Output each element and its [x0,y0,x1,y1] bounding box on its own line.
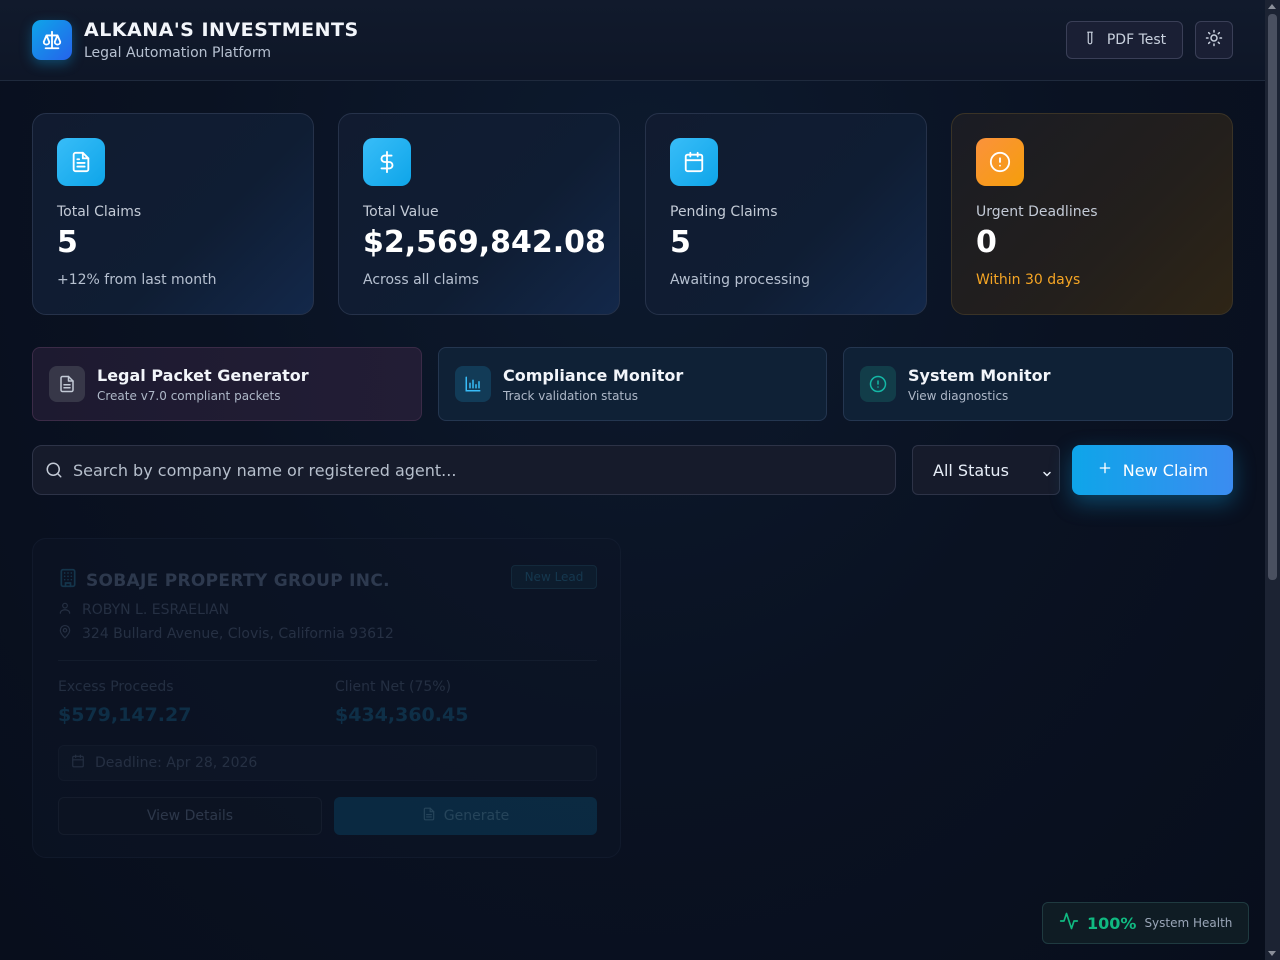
status-filter-select[interactable]: All Status [912,445,1060,495]
deadline-row: Deadline: Apr 28, 2026 [58,745,597,781]
company-name: SOBAJE PROPERTY GROUP INC. [86,570,390,591]
tool-title: System Monitor [908,366,1051,385]
calendar-icon [71,754,85,772]
search-icon [45,461,63,483]
compliance-monitor-card[interactable]: Compliance Monitor Track validation stat… [438,347,827,421]
app-title: ALKANA'S INVESTMENTS [84,19,359,41]
alert-icon [976,138,1024,186]
sun-icon [1205,29,1223,51]
stat-note: +12% from last month [57,272,217,288]
tool-title: Legal Packet Generator [97,366,309,385]
chevron-down-icon [1041,465,1053,484]
pdf-test-label: PDF Test [1106,32,1167,48]
dollar-icon [363,138,411,186]
tool-subtitle: Create v7.0 compliant packets [97,389,281,403]
excess-label: Excess Proceeds [58,679,174,695]
generate-button[interactable]: Generate [334,797,597,835]
health-label: System Health [1144,916,1233,930]
theme-toggle-button[interactable] [1195,21,1233,59]
scroll-down-arrow[interactable] [1268,951,1276,956]
plus-icon [1097,460,1113,480]
search-box [32,445,896,495]
search-input[interactable] [73,446,883,494]
calendar-icon [670,138,718,186]
net-value: $434,360.45 [335,704,469,726]
document-icon [422,807,436,825]
legal-packet-generator-card[interactable]: Legal Packet Generator Create v7.0 compl… [32,347,422,421]
app-header: ALKANA'S INVESTMENTS Legal Automation Pl… [0,0,1265,81]
test-tube-icon [1083,30,1097,50]
agent-name: ROBYN L. ESRAELIAN [82,602,230,618]
app-subtitle: Legal Automation Platform [84,45,272,61]
stat-note: Awaiting processing [670,272,810,288]
stat-value: $2,569,842.08 [363,225,606,260]
stat-card-pending-claims: Pending Claims 5 Awaiting processing [645,113,927,315]
scrollbar[interactable] [1265,0,1280,960]
pdf-test-button[interactable]: PDF Test [1066,21,1183,59]
alert-circle-icon [860,366,896,402]
excess-value: $579,147.27 [58,704,192,726]
map-pin-icon [58,625,72,643]
health-percent: 100% [1087,913,1137,933]
document-icon [49,366,85,402]
stat-label: Total Claims [57,204,142,220]
system-monitor-card[interactable]: System Monitor View diagnostics [843,347,1233,421]
scales-icon [32,20,72,60]
new-claim-label: New Claim [1122,460,1209,480]
agent-row: ROBYN L. ESRAELIAN [58,601,229,619]
scroll-up-arrow[interactable] [1268,4,1276,9]
status-filter-value: All Status [933,460,1009,480]
new-claim-button[interactable]: New Claim [1072,445,1233,495]
claim-company: SOBAJE PROPERTY GROUP INC. [58,568,390,593]
stat-label: Pending Claims [670,204,778,220]
activity-icon [1059,911,1079,935]
generate-label: Generate [443,808,510,824]
net-label: Client Net (75%) [335,679,452,695]
tool-subtitle: View diagnostics [908,389,1009,403]
stat-value: 5 [57,225,78,260]
stat-card-urgent-deadlines: Urgent Deadlines 0 Within 30 days [951,113,1233,315]
scrollbar-thumb[interactable] [1268,14,1277,580]
stat-value: 0 [976,225,997,260]
stat-note: Across all claims [363,272,479,288]
user-icon [58,601,72,619]
claim-card: SOBAJE PROPERTY GROUP INC. New Lead ROBY… [32,538,621,858]
stat-value: 5 [670,225,691,260]
deadline-text: Deadline: Apr 28, 2026 [95,755,258,771]
tool-subtitle: Track validation status [503,389,638,403]
bar-chart-icon [455,366,491,402]
system-health-indicator[interactable]: 100% System Health [1042,902,1249,944]
stat-card-total-claims: Total Claims 5 +12% from last month [32,113,314,315]
building-icon [58,568,78,593]
stat-card-total-value: Total Value $2,569,842.08 Across all cla… [338,113,620,315]
address-row: 324 Bullard Avenue, Clovis, California 9… [58,625,394,643]
stat-note: Within 30 days [976,272,1081,288]
tool-title: Compliance Monitor [503,366,684,385]
stat-label: Total Value [363,204,439,220]
address: 324 Bullard Avenue, Clovis, California 9… [82,626,394,642]
status-badge: New Lead [511,565,597,589]
view-details-button[interactable]: View Details [58,797,322,835]
document-icon [57,138,105,186]
stat-label: Urgent Deadlines [976,204,1098,220]
divider [58,660,597,661]
